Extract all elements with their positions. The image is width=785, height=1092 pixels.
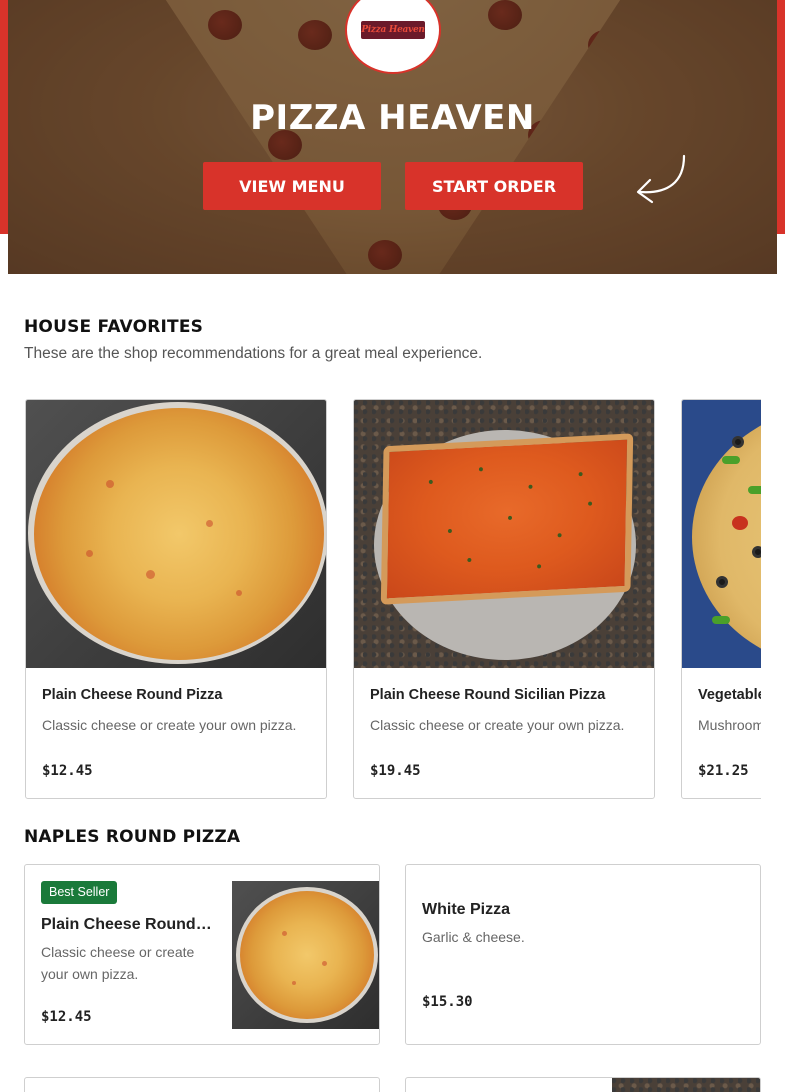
favorite-name: Plain Cheese Round Pizza	[42, 687, 223, 703]
menu-item-card[interactable]: White Pizza Garlic & cheese. $15.30	[405, 864, 761, 1045]
vegetable-pizza-image	[682, 400, 761, 668]
logo-plate: Pizza Heaven	[361, 21, 425, 39]
curved-arrow-left-icon	[636, 154, 686, 204]
favorite-name: Vegetable	[698, 687, 761, 703]
best-seller-badge: Best Seller	[41, 881, 118, 904]
favorite-card[interactable]: Plain Cheese Round Sicilian Pizza Classi…	[353, 399, 655, 799]
plain-cheese-round-thumbnail	[232, 881, 379, 1029]
favorite-price: $21.25	[698, 763, 749, 779]
restaurant-title: PIZZA HEAVEN	[250, 98, 535, 138]
favorite-price: $12.45	[42, 763, 93, 779]
favorite-card[interactable]: Plain Cheese Round Pizza Classic cheese …	[25, 399, 327, 799]
menu-item-thumbnail	[612, 1078, 760, 1092]
view-menu-button[interactable]: VIEW MENU	[203, 162, 381, 210]
menu-item-description: Garlic & cheese.	[422, 929, 525, 945]
menu-item-card[interactable]: Best Seller Plain Cheese Round… Classic …	[24, 864, 380, 1045]
sicilian-pizza-image	[354, 400, 654, 668]
favorite-description: Classic cheese or create your own pizza.	[370, 717, 625, 733]
favorites-carousel[interactable]: Plain Cheese Round Pizza Classic cheese …	[24, 399, 761, 800]
menu-item-description: Classic cheese or create your own pizza.	[41, 944, 195, 982]
logo-text: Pizza Heaven	[361, 25, 425, 35]
favorite-description: Classic cheese or create your own pizza.	[42, 717, 297, 733]
plain-cheese-round-pizza-image	[26, 400, 326, 668]
menu-item-price: $15.30	[422, 994, 473, 1010]
menu-item-name: White Pizza	[422, 901, 511, 918]
house-favorites-heading: HOUSE FAVORITES	[24, 317, 204, 337]
start-order-button[interactable]: START ORDER	[405, 162, 583, 210]
favorite-description: Mushroom tomatoes.	[698, 717, 761, 733]
favorite-card[interactable]: Vegetable Mushroom tomatoes. $21.25	[681, 399, 761, 799]
menu-item-name: Plain Cheese Round…	[41, 916, 212, 933]
menu-item-price: $12.45	[41, 1009, 92, 1025]
menu-item-card[interactable]	[405, 1077, 761, 1092]
menu-item-card[interactable]	[24, 1077, 380, 1092]
favorite-price: $19.45	[370, 763, 421, 779]
house-favorites-subtitle: These are the shop recommendations for a…	[24, 345, 483, 362]
naples-round-pizza-heading: NAPLES ROUND PIZZA	[24, 827, 241, 847]
hero-banner: Pizza Heaven PIZZA HEAVEN VIEW MENU STAR…	[8, 0, 777, 274]
favorite-name: Plain Cheese Round Sicilian Pizza	[370, 687, 606, 703]
